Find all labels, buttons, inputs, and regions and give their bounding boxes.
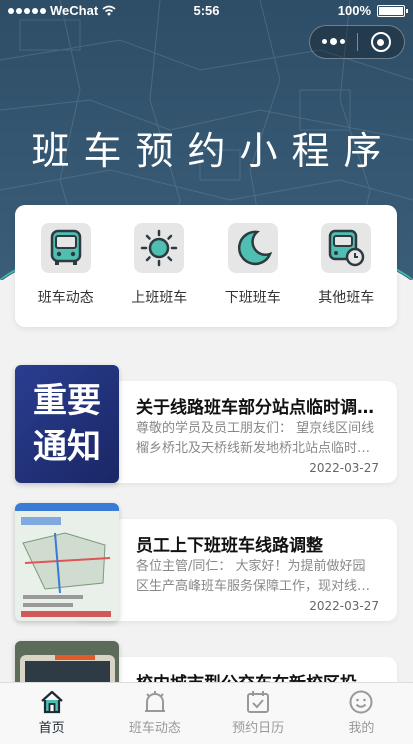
notice-thumbnail: 重要 通知	[15, 365, 119, 483]
quick-menu: 班车动态 上班班车 下班班车 其他班车	[15, 205, 397, 327]
news-date: 2022-03-27	[309, 461, 379, 475]
miniprogram-capsule	[309, 25, 405, 59]
battery-percent: 100%	[337, 3, 371, 18]
close-miniprogram-button[interactable]	[357, 32, 404, 52]
profile-icon	[349, 690, 373, 714]
bus-dynamic-icon	[144, 691, 165, 712]
news-item[interactable]: 重要 通知 关于线路班车部分站点临时调整的通知 尊敬的学员及员工朋友们： 望京线…	[15, 365, 397, 483]
tab-bus-dynamic[interactable]: 班车动态	[103, 683, 206, 744]
status-bar: WeChat 5:56 100%	[0, 0, 413, 22]
bus-icon	[40, 223, 91, 273]
close-target-icon	[370, 32, 391, 52]
quick-item-other-bus[interactable]: 其他班车	[301, 223, 391, 327]
home-icon	[40, 690, 63, 714]
bottom-tab-bar: 首页 班车动态 预约日历 我的	[0, 682, 413, 744]
quick-item-label: 下班班车	[224, 290, 281, 306]
quick-item-label: 上班班车	[131, 290, 188, 306]
battery-info: 100%	[337, 3, 408, 18]
more-menu-icon[interactable]	[310, 38, 357, 45]
tab-label: 首页	[38, 721, 65, 736]
tab-label: 班车动态	[128, 721, 181, 736]
tab-label: 预约日历	[232, 721, 285, 736]
battery-icon	[377, 4, 408, 17]
news-title: 关于线路班车部分站点临时调整的通知	[136, 398, 376, 418]
notice-thumb-line2: 通知	[33, 427, 101, 467]
news-date: 2022-03-27	[309, 599, 379, 613]
app-title: 班车预约小程序	[31, 129, 396, 173]
quick-item-label: 班车动态	[37, 290, 94, 306]
sun-icon	[134, 223, 185, 273]
route-map-thumbnail	[15, 503, 119, 621]
news-item[interactable]: 员工上下班班车线路调整 各位主管/同仁： 大家好！为提前做好园区生产高峰班车服务…	[15, 503, 397, 621]
moon-icon	[227, 223, 278, 273]
quick-item-label: 其他班车	[318, 290, 375, 306]
news-description: 各位主管/同仁： 大家好！为提前做好园区生产高峰班车服务保障工作，现对线路进行调…	[136, 559, 371, 594]
quick-item-evening-bus[interactable]: 下班班车	[208, 223, 298, 327]
news-description: 尊敬的学员及员工朋友们： 望京线区间线榴乡桥北及天桥线新发地桥北站点临时调整	[136, 421, 375, 456]
quick-item-bus-dynamic[interactable]: 班车动态	[21, 223, 111, 327]
tab-profile[interactable]: 我的	[310, 683, 413, 744]
notice-thumb-line1: 重要	[33, 381, 101, 421]
news-title: 员工上下班班车线路调整	[136, 536, 323, 556]
tab-label: 我的	[348, 721, 375, 736]
tab-home[interactable]: 首页	[0, 683, 103, 744]
tab-calendar[interactable]: 预约日历	[207, 683, 310, 744]
bus-clock-icon	[321, 223, 372, 273]
quick-item-morning-bus[interactable]: 上班班车	[114, 223, 204, 327]
calendar-icon	[247, 691, 270, 713]
